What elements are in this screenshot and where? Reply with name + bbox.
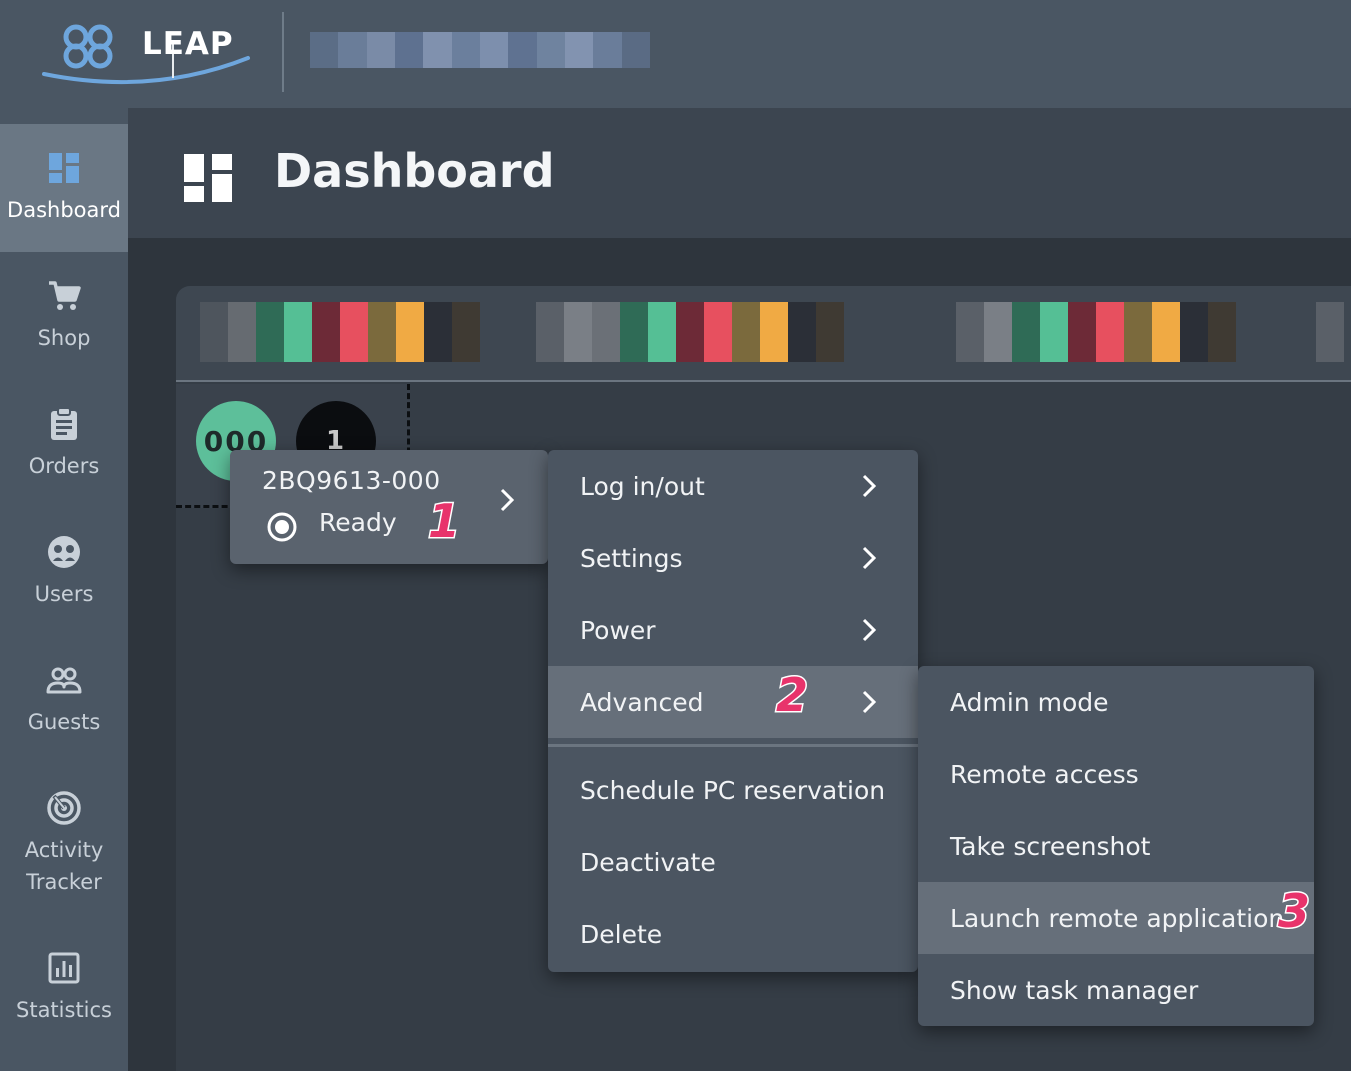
menu-item-label: Delete — [580, 919, 663, 949]
menu-item-label: Show task manager — [950, 975, 1199, 1005]
sidebar-item-users[interactable]: Users — [0, 508, 128, 636]
pc-context-menu: Log in/out Settings Power Advanced 2 Sch… — [548, 450, 918, 972]
sidebar-item-shop[interactable]: Shop — [0, 252, 128, 380]
sidebar-item-label: Statistics — [16, 998, 112, 1022]
chevron-right-icon — [862, 546, 876, 570]
menu-divider — [548, 744, 918, 747]
sidebar-item-label: Dashboard — [7, 198, 121, 222]
sidebar-item-activity-tracker[interactable]: Activity Tracker — [0, 764, 128, 924]
sidebar-item-guests[interactable]: Guests — [0, 636, 128, 764]
dashboard-icon — [49, 153, 79, 183]
top-header: LEAP — [0, 0, 1351, 108]
page-title: Dashboard — [274, 144, 555, 198]
menu-item-settings[interactable]: Settings — [548, 522, 918, 594]
submenu-item-admin-mode[interactable]: Admin mode — [918, 666, 1314, 738]
menu-item-label: Launch remote application — [950, 903, 1285, 933]
sidebar-item-orders[interactable]: Orders — [0, 380, 128, 508]
radio-status-icon — [267, 512, 297, 542]
users-icon — [48, 536, 80, 568]
submenu-item-launch-remote-application[interactable]: Launch remote application 3 — [918, 882, 1314, 954]
step-badge-1: 1 — [426, 493, 461, 550]
submenu-item-take-screenshot[interactable]: Take screenshot — [918, 810, 1314, 882]
sidebar-item-dashboard[interactable]: Dashboard — [0, 124, 128, 252]
advanced-submenu: Admin mode Remote access Take screenshot… — [918, 666, 1314, 1026]
chevron-right-icon — [500, 488, 514, 512]
chevron-right-icon — [862, 474, 876, 498]
statistics-icon — [48, 952, 80, 984]
menu-item-label: Deactivate — [580, 847, 716, 877]
chevron-right-icon — [862, 690, 876, 714]
sidebar-item-statistics[interactable]: Statistics — [0, 924, 128, 1052]
menu-item-schedule-pc-reservation[interactable]: Schedule PC reservation — [548, 754, 918, 826]
step-badge-3: 3 — [1276, 883, 1311, 940]
step-badge-2: 2 — [774, 667, 809, 724]
submenu-item-show-task-manager[interactable]: Show task manager — [918, 954, 1314, 1026]
menu-item-delete[interactable]: Delete — [548, 898, 918, 970]
menu-item-label: Admin mode — [950, 687, 1109, 717]
cart-icon — [49, 281, 81, 310]
sidebar: Dashboard Shop Orders Users Guests Activ… — [0, 108, 128, 1071]
menu-item-deactivate[interactable]: Deactivate — [548, 826, 918, 898]
sidebar-item-label: Orders — [28, 454, 100, 478]
activity-icon — [47, 791, 81, 825]
sidebar-item-label: Users — [34, 582, 94, 606]
submenu-item-remote-access[interactable]: Remote access — [918, 738, 1314, 810]
menu-item-advanced[interactable]: Advanced 2 — [548, 666, 918, 738]
header-separator — [282, 12, 284, 92]
sidebar-item-label: Activity Tracker — [24, 838, 104, 894]
menu-item-power[interactable]: Power — [548, 594, 918, 666]
sidebar-item-label: Guests — [27, 710, 101, 734]
menu-item-label: Advanced — [580, 687, 704, 717]
menu-item-label: Take screenshot — [950, 831, 1151, 861]
pixelated-venue-name — [310, 32, 650, 68]
menu-item-label: Power — [580, 615, 656, 645]
pc-status: Ready — [319, 508, 397, 537]
menu-item-label: Log in/out — [580, 471, 705, 501]
guests-icon — [46, 667, 82, 694]
leap-logo[interactable]: LEAP — [42, 14, 254, 94]
menu-item-label: Settings — [580, 543, 683, 573]
page-header: Dashboard — [128, 108, 1351, 238]
brand-name: LEAP — [142, 26, 234, 62]
dashboard-title-icon — [184, 154, 232, 202]
menu-item-log-in-out[interactable]: Log in/out — [548, 450, 918, 522]
pc-id: 2BQ9613-000 — [262, 466, 441, 495]
chevron-right-icon — [862, 618, 876, 642]
pc-card-popup[interactable]: 2BQ9613-000 Ready 1 — [230, 450, 548, 564]
sidebar-item-label: Shop — [37, 326, 91, 350]
menu-item-label: Schedule PC reservation — [580, 775, 886, 805]
clipboard-icon — [51, 407, 77, 440]
pixelated-zone-header — [176, 286, 1351, 382]
menu-item-label: Remote access — [950, 759, 1139, 789]
